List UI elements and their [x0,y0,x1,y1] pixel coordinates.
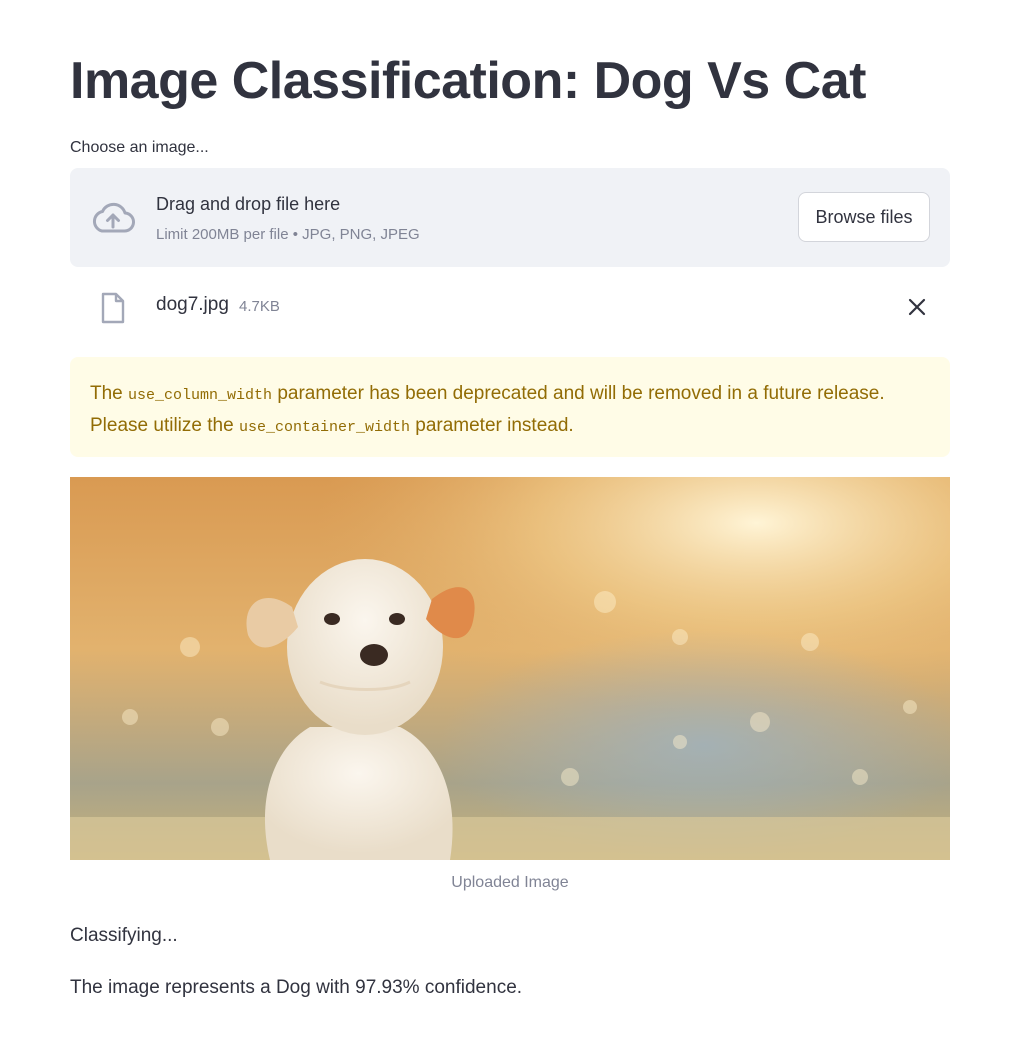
warning-param-old: use_column_width [128,387,273,404]
warning-suffix: parameter instead. [415,415,574,436]
image-caption: Uploaded Image [451,874,569,891]
close-icon[interactable] [906,296,928,318]
page-title: Image Classification: Dog Vs Cat [70,52,866,110]
warning-param-new: use_container_width [238,419,410,436]
classification-result: The image represents a Dog with 97.93% c… [70,977,523,998]
file-dropzone[interactable]: Drag and drop file here Limit 200MB per … [70,168,950,267]
classification-status: Classifying... [70,925,178,946]
deprecation-warning: The use_column_width parameter has been … [70,357,950,457]
browse-files-button[interactable]: Browse files [798,192,930,242]
dropzone-limits: Limit 200MB per file • JPG, PNG, JPEG [156,226,420,243]
uploader-label: Choose an image... [70,139,209,156]
cloud-upload-icon [93,202,135,233]
uploaded-image [70,477,950,860]
uploaded-file-row: dog7.jpg 4.7KB [70,285,950,329]
dropzone-title: Drag and drop file here [156,194,341,214]
file-icon [101,292,125,324]
file-name: dog7.jpg [156,294,229,315]
file-size: 4.7KB [239,298,280,315]
warning-prefix: The [90,383,123,404]
